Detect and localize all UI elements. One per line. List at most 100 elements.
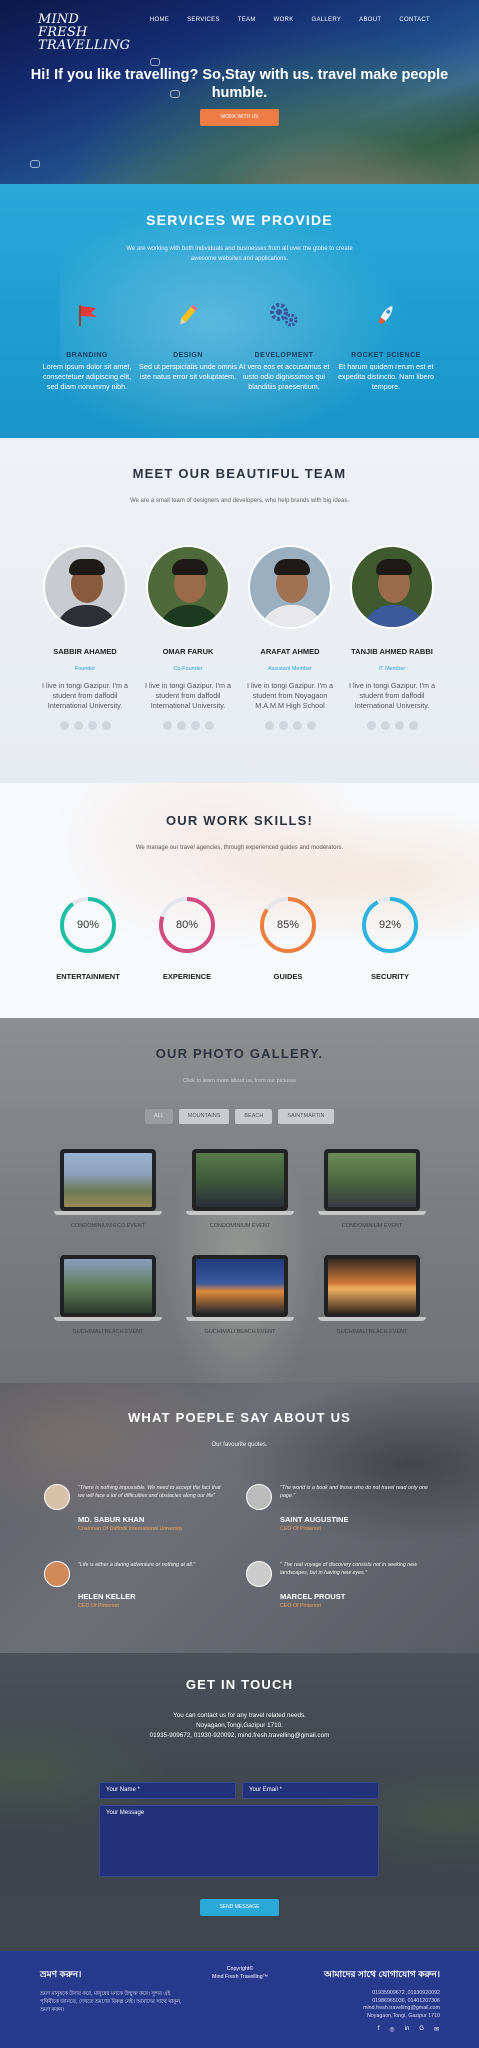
boat-icon — [150, 58, 160, 66]
skill-value: 90% — [76, 919, 100, 931]
gallery-caption: CONDOMINIUM ECO EVENT — [71, 1223, 145, 1229]
mail-icon[interactable]: ✉ — [434, 2026, 439, 2033]
gallery-photo — [196, 1259, 284, 1313]
contact-address: Noyagaon,Tongi,Gazipur 1710. — [196, 1722, 283, 1729]
member-role: Assistant Member — [267, 666, 312, 672]
mail-icon[interactable] — [101, 721, 111, 730]
gallery-item[interactable]: GUCHIMALI BEACH EVENT — [186, 1255, 294, 1335]
filter-beach[interactable]: BEACH — [235, 1109, 273, 1124]
nav-work[interactable]: WORK — [265, 17, 303, 23]
mail-icon[interactable] — [408, 721, 418, 730]
linkedin-icon[interactable] — [190, 721, 200, 730]
nav-team[interactable]: TEAM — [229, 17, 265, 23]
avatar — [43, 545, 127, 629]
skill-name: GUIDES — [273, 972, 303, 981]
gallery-section: OUR PHOTO GALLERY. Click to learn more a… — [0, 1018, 479, 1383]
boat-icon — [30, 160, 40, 168]
twitter-icon[interactable] — [176, 721, 186, 730]
gallery-photo — [64, 1259, 152, 1313]
testimonial-name: HELEN KELLER — [78, 1592, 136, 1601]
linkedin-icon[interactable] — [292, 721, 302, 730]
twitter-icon[interactable] — [278, 721, 288, 730]
service-item: ROCKET SCIENCE Et harum quidem rerum est… — [336, 298, 436, 392]
nav-home[interactable]: HOME — [141, 17, 178, 23]
filter-mountains[interactable]: MOUNTAINS — [178, 1109, 230, 1124]
member-socials — [143, 721, 233, 730]
nav-contact[interactable]: CONTACT — [390, 17, 439, 23]
testimonial-role: CEO Of Pinterest — [280, 1526, 321, 1532]
message-field[interactable]: Your Message — [99, 1805, 379, 1877]
email-field[interactable]: Your Email * — [242, 1782, 379, 1799]
contact-phone-email: 01935-909672, 01930-920092, mind.fresh.t… — [149, 1732, 330, 1739]
avatar — [246, 1484, 272, 1510]
gallery-item[interactable]: CONDOMINIUM EVENT — [318, 1149, 426, 1229]
member-name: OMAR FARUK — [162, 647, 214, 656]
member-role: IT Member — [378, 666, 406, 672]
gallery-photo — [328, 1259, 416, 1313]
team-section: MEET OUR BEAUTIFUL TEAM We are a small t… — [0, 438, 479, 783]
site-logo[interactable]: MIND FRESH TRAVELLING — [38, 13, 130, 52]
facebook-icon[interactable]: f — [378, 2026, 380, 2033]
linkedin-icon[interactable]: in — [405, 2026, 410, 2033]
footer-left-title: ভ্রমণ করুন। — [40, 1969, 82, 1979]
footer-phone: 01986965036, 01401207306 — [372, 1997, 440, 2004]
footer-right-title: আমাদের সাথে যোগাযোগ করুন। — [324, 1969, 440, 1979]
gallery-item[interactable]: CONDOMINIUM EVENT — [186, 1149, 294, 1229]
service-desc: At vero eos et accusamus et iusto odio d… — [238, 362, 330, 391]
facebook-icon[interactable] — [162, 721, 172, 730]
testimonials-section: WHAT POEPLE SAY ABOUT US Our favourite q… — [0, 1383, 479, 1653]
services-title: SERVICES WE PROVIDE — [146, 212, 333, 228]
facebook-icon[interactable] — [264, 721, 274, 730]
facebook-icon[interactable] — [366, 721, 376, 730]
nav-gallery[interactable]: GALLERY — [303, 17, 351, 23]
testimonial-role: Chairman Of Daffodil International Unive… — [78, 1526, 183, 1532]
skill-value: 92% — [378, 919, 402, 931]
contact-line: You can contact us for any travel relate… — [173, 1712, 306, 1719]
team-member: TANJIB AHMED RABBI IT Member I live in t… — [347, 545, 437, 730]
skill-value: 85% — [276, 919, 300, 931]
testimonial-quote: "There is nothing impossible. We need to… — [78, 1485, 221, 1499]
filter-saintmartin[interactable]: SAINTMARTIN — [278, 1109, 334, 1124]
nav-services[interactable]: SERVICES — [178, 17, 229, 23]
avatar — [44, 1561, 70, 1587]
gallery-item[interactable]: GUCHIMALI BEACH EVENT — [318, 1255, 426, 1335]
footer-brand: Mind Fresh Travelling™ — [212, 1974, 268, 1980]
service-name: ROCKET SCIENCE — [351, 352, 421, 359]
main-nav: HOME SERVICES TEAM WORK GALLERY ABOUT CO… — [141, 17, 439, 23]
gallery-item[interactable]: CONDOMINIUM ECO EVENT — [54, 1149, 162, 1229]
gears-icon — [234, 298, 334, 332]
skill-value: 80% — [175, 919, 199, 931]
instagram-icon[interactable]: ◎ — [389, 2026, 394, 2033]
services-section: SERVICES WE PROVIDE We are working with … — [0, 184, 479, 438]
member-socials — [40, 721, 130, 730]
service-desc: Sed ut perspiciatis unde omnis iste natu… — [139, 362, 237, 381]
gallery-photo — [64, 1153, 152, 1207]
google-icon[interactable]: G — [419, 2026, 424, 2033]
gallery-subtitle: Click to learn more about us, from our p… — [183, 1078, 296, 1084]
name-field[interactable]: Your Name * — [99, 1782, 236, 1799]
send-message-button[interactable]: SEND MESSAGE — [200, 1899, 279, 1916]
nav-about[interactable]: ABOUT — [350, 17, 390, 23]
twitter-icon[interactable] — [380, 721, 390, 730]
member-desc: I live in tongi Gazipur. I'm a student f… — [144, 681, 232, 710]
footer-email[interactable]: mind.fresh.travelling@gmail.com — [300, 2005, 440, 2013]
service-desc: Et harum quidem rerum est et expedita di… — [338, 362, 434, 391]
skill-ring: 80% — [157, 895, 217, 955]
member-name: ARAFAT AHMED — [260, 647, 320, 656]
testimonial-quote: "The world is a book and those who do no… — [280, 1485, 428, 1499]
mail-icon[interactable] — [306, 721, 316, 730]
work-with-us-button[interactable]: WORK WITH US — [200, 109, 279, 126]
avatar — [246, 1561, 272, 1587]
skill-item: 90% ENTERTAINMENT — [43, 895, 133, 981]
linkedin-icon[interactable] — [394, 721, 404, 730]
member-desc: I live in tongi Gazipur. I'm a student f… — [246, 681, 334, 710]
twitter-icon[interactable] — [73, 721, 83, 730]
service-name: DEVELOPMENT — [254, 352, 314, 359]
mail-icon[interactable] — [204, 721, 214, 730]
filter-all[interactable]: ALL — [145, 1109, 173, 1124]
linkedin-icon[interactable] — [87, 721, 97, 730]
facebook-icon[interactable] — [59, 721, 69, 730]
gallery-item[interactable]: GUCHIMALI BEACH EVENT — [54, 1255, 162, 1335]
testimonial-role: CEO Of Pinterest — [280, 1603, 321, 1609]
skills-title: OUR WORK SKILLS! — [165, 813, 314, 828]
